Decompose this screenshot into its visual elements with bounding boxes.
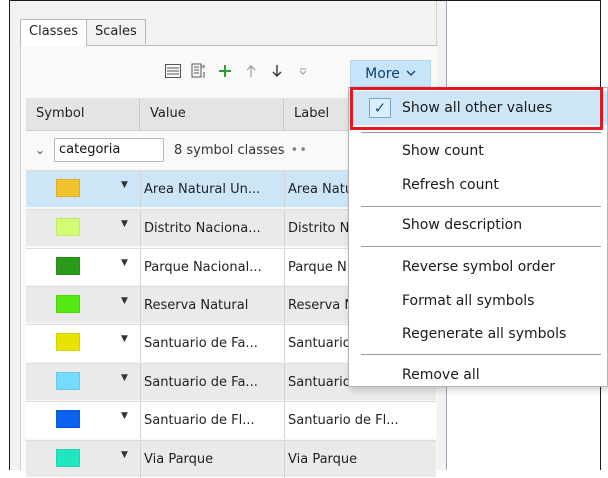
cell-divider (284, 171, 285, 208)
tab-classes[interactable]: Classes (20, 19, 87, 46)
caret-down-icon[interactable]: ▼ (121, 373, 128, 383)
list-view-icon[interactable] (160, 58, 186, 84)
move-up-icon[interactable] (238, 58, 264, 84)
value-cell[interactable]: Via Parque (144, 441, 286, 478)
caret-down-icon[interactable]: ▼ (121, 334, 128, 344)
menu-item-label: Format all symbols (402, 293, 535, 309)
symbol-swatch[interactable] (56, 333, 80, 351)
menu-item-label: Reverse symbol order (402, 259, 556, 275)
menu-item-label: Show count (402, 143, 484, 159)
caret-down-icon[interactable]: ▼ (121, 219, 128, 229)
value-cell[interactable]: Reserva Natural (144, 287, 286, 324)
column-header-symbol[interactable]: Symbol (26, 98, 140, 130)
menu-item-label: Show description (402, 217, 523, 233)
menu-item-regenerate-all-symbols[interactable]: Regenerate all symbols (349, 317, 607, 351)
symbol-swatch[interactable] (56, 179, 80, 197)
chevron-down-icon (406, 70, 416, 77)
more-dropdown-menu: ✓ Show all other values Show count Refre… (348, 87, 608, 387)
cell-divider (140, 402, 141, 439)
menu-item-remove-all[interactable]: Remove all (349, 358, 607, 392)
menu-separator (361, 206, 601, 207)
value-cell[interactable]: Santuario de Fl... (144, 402, 286, 439)
value-cell[interactable]: Parque Nacional... (144, 249, 286, 286)
menu-item-format-all-symbols[interactable]: Format all symbols (349, 284, 607, 318)
symbol-swatch[interactable] (56, 410, 80, 428)
add-class-icon[interactable] (212, 58, 238, 84)
more-label: More (365, 65, 400, 82)
table-row[interactable]: ▼ Santuario de Fl... Santuario de Fl... (26, 401, 436, 439)
cell-divider (284, 249, 285, 286)
menu-item-label: Remove all (402, 367, 480, 383)
caret-down-icon[interactable]: ▼ (121, 180, 128, 190)
cell-divider (140, 171, 141, 208)
add-from-field-icon[interactable]: * (186, 58, 212, 84)
cell-divider (284, 325, 285, 362)
menu-item-reverse-symbol-order[interactable]: Reverse symbol order (349, 250, 607, 284)
chevron-down-icon[interactable]: ⌄ (26, 143, 54, 157)
cell-divider (284, 364, 285, 401)
value-cell[interactable]: Distrito Naciona... (144, 210, 286, 247)
more-button[interactable]: More (350, 60, 431, 87)
caret-down-icon[interactable]: ▼ (121, 296, 128, 306)
tab-scales[interactable]: Scales (86, 19, 146, 44)
value-cell[interactable]: Area Natural Un... (144, 171, 286, 208)
symbol-swatch[interactable] (56, 372, 80, 390)
caret-down-icon[interactable]: ▼ (121, 411, 128, 421)
symbol-swatch[interactable] (56, 218, 80, 236)
classes-toolbar: * (160, 57, 316, 85)
symbol-class-count: 8 symbol classes (174, 142, 285, 158)
table-row[interactable]: ▼ Via Parque Via Parque (26, 440, 436, 478)
menu-separator (361, 132, 601, 133)
cell-divider (284, 287, 285, 324)
cell-divider (140, 249, 141, 286)
cell-divider (140, 287, 141, 324)
cell-divider (140, 210, 141, 247)
cell-divider (140, 441, 141, 478)
menu-separator (361, 246, 601, 247)
cell-divider (140, 325, 141, 362)
label-cell[interactable]: Via Parque (288, 441, 428, 478)
value-cell[interactable]: Santuario de Fa... (144, 325, 286, 362)
move-down-icon[interactable] (264, 58, 290, 84)
collapse-icon[interactable] (290, 58, 316, 84)
menu-item-refresh-count[interactable]: Refresh count (349, 168, 607, 202)
more-options-icon[interactable]: •• (291, 143, 308, 158)
highlight-box (350, 87, 603, 130)
cell-divider (284, 402, 285, 439)
column-header-value[interactable]: Value (140, 98, 284, 130)
symbol-swatch[interactable] (56, 295, 80, 313)
menu-separator (361, 354, 601, 355)
cell-divider (140, 364, 141, 401)
menu-item-show-description[interactable]: Show description (349, 208, 607, 242)
label-cell[interactable]: Santuario de Fl... (288, 402, 428, 439)
cell-divider (284, 210, 285, 247)
caret-down-icon[interactable]: ▼ (121, 450, 128, 460)
menu-item-show-count[interactable]: Show count (349, 134, 607, 168)
value-cell[interactable]: Santuario de Fa... (144, 364, 286, 401)
group-field-input[interactable]: categoria (54, 138, 164, 162)
cell-divider (284, 441, 285, 478)
menu-item-label: Refresh count (402, 177, 499, 193)
caret-down-icon[interactable]: ▼ (121, 258, 128, 268)
menu-item-label: Regenerate all symbols (402, 326, 567, 342)
symbol-swatch[interactable] (56, 449, 80, 467)
symbol-swatch[interactable] (56, 257, 80, 275)
tab-strip: Classes Scales (20, 19, 146, 46)
